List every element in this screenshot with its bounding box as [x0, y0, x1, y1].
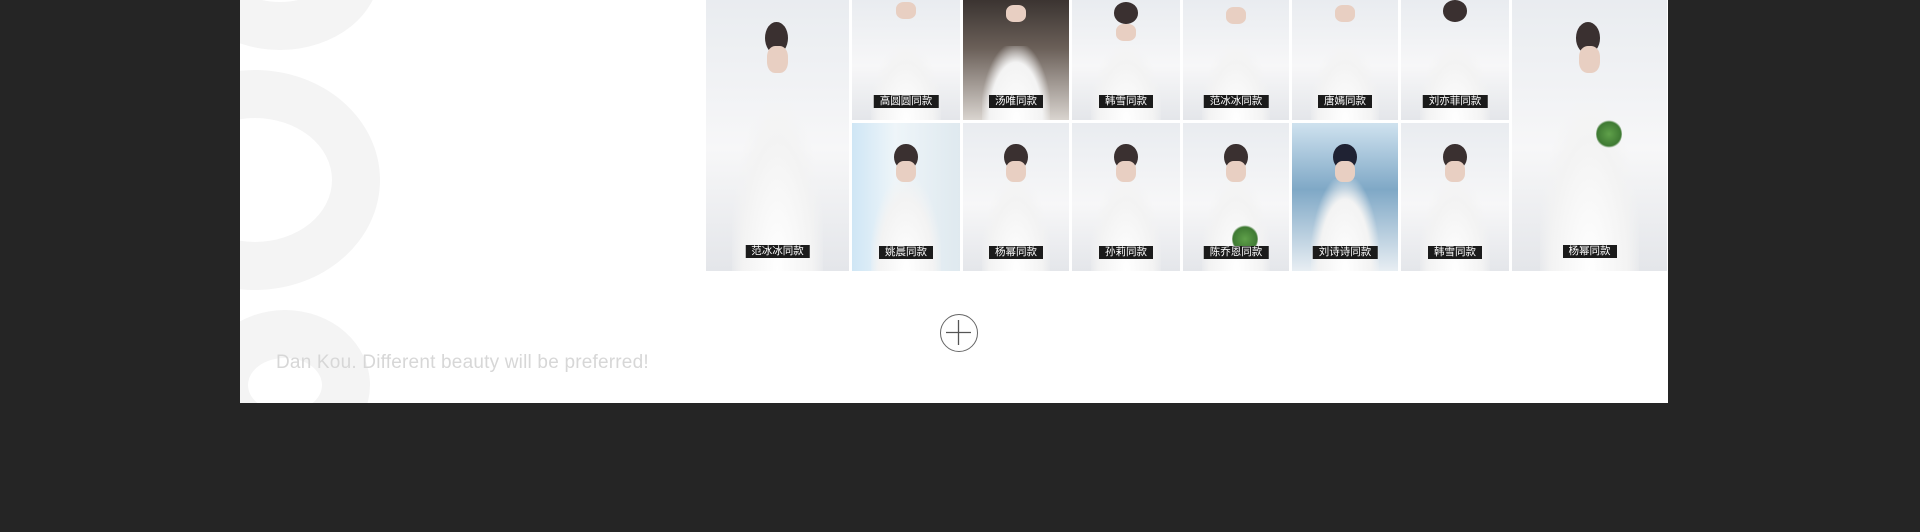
gallery-tile[interactable]: 高圆圆同款 — [852, 0, 960, 120]
gallery-tile[interactable]: 姚晨同款 — [852, 123, 960, 271]
tile-label: 杨幂同款 — [1562, 245, 1617, 258]
background-letter-d — [240, 70, 380, 290]
gallery-tile[interactable]: 韩雪同款 — [1401, 123, 1509, 271]
tile-label: 汤唯同款 — [989, 95, 1043, 108]
tile-label: 杨幂同款 — [989, 246, 1043, 259]
gallery-tile[interactable]: 刘诗诗同款 — [1292, 123, 1398, 271]
tile-label: 唐嫣同款 — [1318, 95, 1372, 108]
gallery-tile[interactable]: 韩雪同款 — [1072, 0, 1180, 120]
gallery-tile[interactable]: 唐嫣同款 — [1292, 0, 1398, 120]
footer-tagline: Dan Kou. Different beauty will be prefer… — [276, 352, 649, 373]
tile-label: 范冰冰同款 — [1203, 95, 1269, 108]
tile-label: 刘诗诗同款 — [1312, 246, 1378, 259]
gallery-tile[interactable]: 杨幂同款 — [1512, 0, 1667, 271]
gallery-tile[interactable]: 孙莉同款 — [1072, 123, 1180, 271]
gallery-tile[interactable]: 汤唯同款 — [963, 0, 1069, 120]
plus-circle-icon — [946, 320, 971, 345]
gallery-tile[interactable]: 范冰冰同款 — [706, 0, 849, 271]
content-panel: 范冰冰同款 高圆圆同款 汤唯同款 韩雪同款 范冰冰同款 唐嫣同款 刘亦菲同款 杨… — [240, 0, 1668, 403]
gallery-tile[interactable]: 刘亦菲同款 — [1401, 0, 1509, 120]
tile-label: 孙莉同款 — [1099, 246, 1153, 259]
gallery-tile[interactable]: 杨幂同款 — [963, 123, 1069, 271]
background-letter-top — [240, 0, 380, 50]
gallery-tile[interactable]: 范冰冰同款 — [1183, 0, 1289, 120]
tile-label: 陈乔恩同款 — [1203, 246, 1269, 259]
tile-label: 姚晨同款 — [879, 246, 933, 259]
tile-label: 韩雪同款 — [1428, 246, 1482, 259]
tile-label: 范冰冰同款 — [745, 245, 810, 258]
dress-gallery: 范冰冰同款 高圆圆同款 汤唯同款 韩雪同款 范冰冰同款 唐嫣同款 刘亦菲同款 杨… — [706, 0, 1667, 271]
tile-label: 韩雪同款 — [1099, 95, 1153, 108]
load-more-button[interactable] — [940, 314, 978, 352]
tile-label: 刘亦菲同款 — [1422, 95, 1488, 108]
gallery-tile[interactable]: 陈乔恩同款 — [1183, 123, 1289, 271]
tile-label: 高圆圆同款 — [873, 95, 939, 108]
